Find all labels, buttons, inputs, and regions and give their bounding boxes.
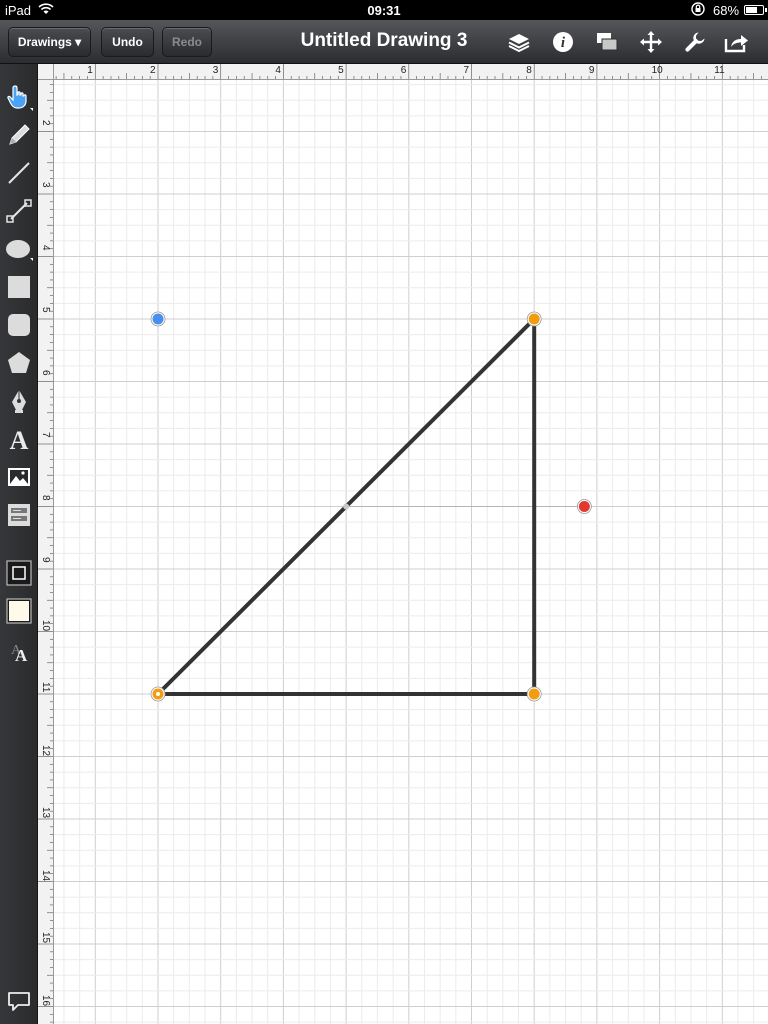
control-point-red[interactable]	[578, 501, 590, 512]
ruler-label: 4	[40, 244, 51, 251]
vertical-ruler: 2 3 4 5 6 7 8 9 10 11 12 13 14 15 16	[38, 80, 54, 1024]
ruler-label: 7	[40, 432, 51, 438]
ruler-label: 9	[40, 557, 51, 563]
ruler-label: 6	[40, 369, 51, 376]
share-icon[interactable]	[722, 28, 752, 56]
document-title[interactable]: Untitled Drawing 3	[270, 30, 498, 52]
ruler-corner	[38, 64, 54, 80]
rectangle-icon[interactable]	[3, 270, 35, 304]
ruler-label: 2	[40, 119, 51, 126]
ruler-label: 6	[400, 65, 407, 76]
ruler-label: 14	[40, 869, 51, 881]
pen-bezier-icon[interactable]	[3, 384, 35, 418]
drawings-button[interactable]: Drawings ▾	[8, 27, 91, 57]
midpoint-marker	[343, 503, 350, 510]
ruler-label: 12	[40, 744, 51, 756]
ruler-label: 1	[87, 65, 93, 76]
ruler-label: 3	[212, 65, 219, 76]
text-icon[interactable]: A	[3, 422, 35, 456]
vertex-handle[interactable]	[528, 688, 540, 700]
ruler-label: 5	[338, 65, 344, 76]
svg-text:A: A	[10, 426, 29, 454]
form-icon[interactable]	[3, 498, 35, 532]
ruler-label: 11	[40, 682, 51, 693]
control-point-blue[interactable]	[152, 313, 164, 325]
stroke-style-icon[interactable]	[3, 556, 35, 590]
selection-hand-icon[interactable]	[3, 80, 35, 114]
ellipse-icon[interactable]	[3, 232, 35, 266]
info-icon[interactable]: i	[548, 28, 578, 56]
fill-style-icon[interactable]	[3, 594, 35, 628]
canvas-svg	[54, 80, 768, 1024]
ruler-label: 10	[40, 619, 51, 631]
drawing-canvas[interactable]	[54, 80, 768, 1024]
ruler-label: 5	[40, 307, 51, 313]
undo-button[interactable]: Undo	[101, 27, 154, 57]
rounded-rectangle-icon[interactable]	[3, 308, 35, 342]
vertex-handle[interactable]	[528, 313, 540, 325]
status-time: 09:31	[367, 3, 401, 18]
ruler-label: 7	[463, 65, 470, 76]
toolbar: Drawings ▾ Undo Redo Untitled Drawing 3 …	[0, 20, 768, 64]
ruler-label: 2	[150, 65, 156, 76]
tool-palette: A A A	[0, 64, 38, 1024]
battery-percent: 68%	[713, 3, 740, 18]
ruler-label: 3	[40, 182, 51, 188]
font-style-icon[interactable]: A A	[3, 634, 35, 668]
battery-icon	[744, 5, 767, 15]
pencil-icon[interactable]	[3, 118, 35, 152]
arrange-icon[interactable]	[592, 28, 622, 56]
ruler-label: 10	[651, 65, 663, 76]
orientation-lock-icon	[690, 2, 706, 19]
ruler-label: 16	[40, 994, 51, 1006]
polygon-icon[interactable]	[3, 346, 35, 380]
ruler-label: 15	[40, 932, 51, 944]
svg-text:A: A	[15, 646, 28, 665]
vertex-handle-center	[156, 692, 160, 696]
move-icon[interactable]	[636, 28, 666, 56]
image-icon[interactable]	[3, 460, 35, 494]
ruler-label: 9	[588, 65, 595, 76]
status-bar: iPad 09:31 68%	[0, 0, 768, 20]
ruler-label: 13	[40, 807, 51, 819]
line-icon[interactable]	[3, 156, 35, 190]
canvas-grid	[54, 80, 768, 1024]
ruler-label: 11	[714, 65, 725, 76]
ruler-label: 4	[275, 65, 281, 76]
layers-icon[interactable]	[504, 28, 534, 56]
connector-line-icon[interactable]	[3, 194, 35, 228]
wrench-icon[interactable]	[680, 28, 710, 56]
comment-icon[interactable]	[3, 984, 35, 1018]
redo-button[interactable]: Redo	[162, 27, 212, 57]
ruler-label: 8	[526, 65, 532, 76]
horizontal-ruler: 1 2 3 4 5 6 7 8 9 10 11	[38, 64, 768, 80]
ruler-label: 8	[40, 494, 51, 501]
